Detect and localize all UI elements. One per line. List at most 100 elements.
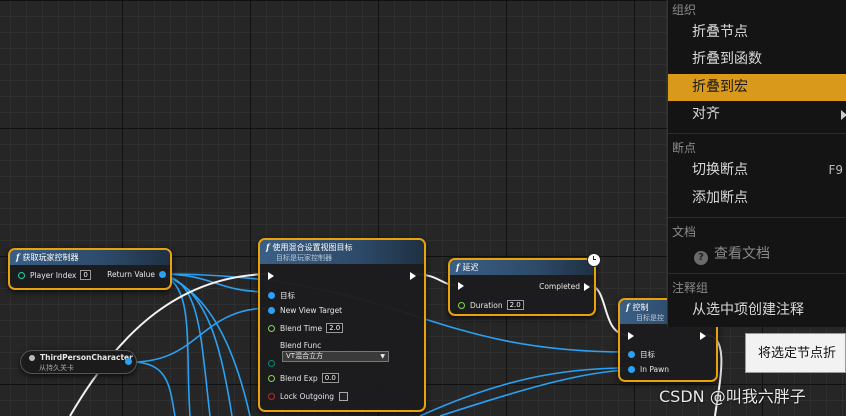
section-breakpoints: 断点 [672,141,697,155]
menu-divider [668,133,846,134]
node-title: 获取玩家控制器 [22,253,79,262]
node-header: f 延迟 [450,260,594,275]
wire-controller-down-3 [159,273,251,416]
possess-target-pin[interactable]: 目标 [628,349,655,360]
duration-input[interactable]: 2.0 [506,300,524,310]
delay-node[interactable]: f 延迟 Completed Duration 2.0 [448,258,596,316]
chevron-down-icon: ▼ [380,353,385,360]
menu-item-add-breakpoint[interactable]: 添加断点 [668,186,846,211]
exec-out-pin[interactable] [410,272,416,280]
section-docs: 文档 [672,225,697,239]
blend-time-label: Blend Time [280,323,323,333]
duration-pin[interactable]: Duration 2.0 [458,300,524,310]
completed-label: Completed [539,282,580,291]
int-pin-icon [18,271,25,279]
node-header: f 获取玩家控制器 [10,250,170,265]
function-icon: f [266,242,270,252]
bool-pin-icon [268,393,275,400]
player-index-input[interactable]: 0 [80,270,91,280]
reference-icon [29,354,35,361]
character-subtitle: 从持久关卡 [39,364,74,372]
node-title: 使用混合设置视图目标 [272,243,353,252]
set-view-target-with-blend-node[interactable]: f 使用混合设置视图目标 目标是玩家控制器 目标 New View Target … [258,238,426,412]
object-pin-icon [628,351,635,358]
menu-item-toggle-breakpoint[interactable]: 切换断点 F9 [668,158,846,183]
menu-item-collapse-nodes[interactable]: 折叠节点 [668,20,846,45]
duration-label: Duration [470,300,503,310]
submenu-arrow-icon [841,110,846,120]
player-index-label: Player Index [30,270,77,280]
blend-exp-input[interactable]: 0.0 [321,373,339,383]
menu-item-view-docs[interactable]: ? 查看文档 [668,242,846,267]
return-value-label: Return Value [107,270,155,279]
node-header: f 使用混合设置视图目标 目标是玩家控制器 [260,240,424,264]
context-menu: 组织 折叠节点 折叠到函数 折叠到宏 对齐 断点 切换断点 F9 添加断点 文档 … [667,0,846,327]
wire-to-in-pawn [419,367,629,416]
exec-out-icon [584,282,590,291]
new-view-target-label: New View Target [280,306,343,315]
in-pawn-pin[interactable]: In Pawn [628,365,669,374]
target-pin[interactable]: 目标 [268,290,295,301]
node-title: 控制 [632,303,649,312]
watermark: CSDN @叫我六胖子 [659,387,806,406]
menu-item-label: 添加断点 [692,190,748,206]
latent-clock-icon [587,253,601,267]
function-icon: f [626,302,630,312]
blend-func-dropdown[interactable]: VT混合立方 ▼ [282,351,389,362]
function-icon: f [456,262,460,272]
exec-in-pin[interactable] [628,332,634,340]
menu-item-label: 查看文档 [714,246,770,262]
exec-in-pin[interactable] [458,282,464,290]
help-icon: ? [694,251,708,265]
character-title: ThirdPersonCharacter [40,353,133,362]
node-title: 延迟 [462,263,479,272]
menu-item-align[interactable]: 对齐 [668,102,846,127]
menu-item-label: 折叠到函数 [692,51,762,67]
player-index-pin[interactable]: Player Index 0 [18,270,91,280]
menu-divider [668,217,846,218]
object-pin-icon [268,292,275,299]
float-pin-icon [458,301,465,309]
float-pin-icon [268,374,275,382]
character-output-pin[interactable] [125,358,132,365]
menu-item-label: 从选中项创建注释 [692,302,804,318]
exec-in-pin[interactable] [268,272,274,280]
section-organize: 组织 [672,3,697,17]
menu-item-collapse-to-macro[interactable]: 折叠到宏 [668,74,846,101]
wire-character-down [131,361,176,416]
menu-item-label: 对齐 [692,106,720,122]
blend-func-pin[interactable] [268,342,280,367]
possess-target-label: 目标 [640,350,655,359]
blend-time-input[interactable]: 2.0 [326,323,344,333]
character-title-row: ThirdPersonCharacter [29,353,133,362]
lock-outgoing-pin[interactable]: Lock Outgoing [268,392,349,401]
return-value-pin[interactable]: Return Value [107,270,166,279]
blend-func-label: Blend Func [280,341,322,350]
target-label: 目标 [280,291,295,300]
enum-pin-icon [268,360,275,367]
wire-exec-in [69,273,269,416]
completed-pin[interactable]: Completed [539,282,590,291]
get-player-controller-node[interactable]: f 获取玩家控制器 Player Index 0 Return Value [8,248,172,290]
blend-exp-pin[interactable]: Blend Exp 0.0 [268,373,339,383]
object-pin-icon [268,307,275,314]
object-pin-icon [628,366,635,373]
tooltip: 将选定节点折 [745,333,846,373]
in-pawn-label: In Pawn [640,365,670,374]
third-person-character-node[interactable]: ThirdPersonCharacter 从持久关卡 [20,350,137,374]
shortcut-label: F9 [828,163,843,177]
menu-item-collapse-to-function[interactable]: 折叠到函数 [668,47,846,72]
lock-outgoing-label: Lock Outgoing [280,392,335,401]
exec-out-pin[interactable] [700,332,706,340]
menu-divider [668,273,846,274]
menu-item-label: 折叠节点 [692,24,748,40]
node-subtitle: 目标是玩家控制器 [276,254,332,262]
menu-item-label: 折叠到宏 [692,79,748,95]
new-view-target-pin[interactable]: New View Target [268,306,342,315]
lock-outgoing-checkbox[interactable] [339,392,349,401]
blend-time-pin[interactable]: Blend Time 2.0 [268,323,344,333]
blend-exp-label: Blend Exp [280,373,318,383]
section-comment: 注释组 [672,281,709,295]
menu-item-create-comment[interactable]: 从选中项创建注释 [668,298,846,323]
menu-item-label: 切换断点 [692,162,748,178]
